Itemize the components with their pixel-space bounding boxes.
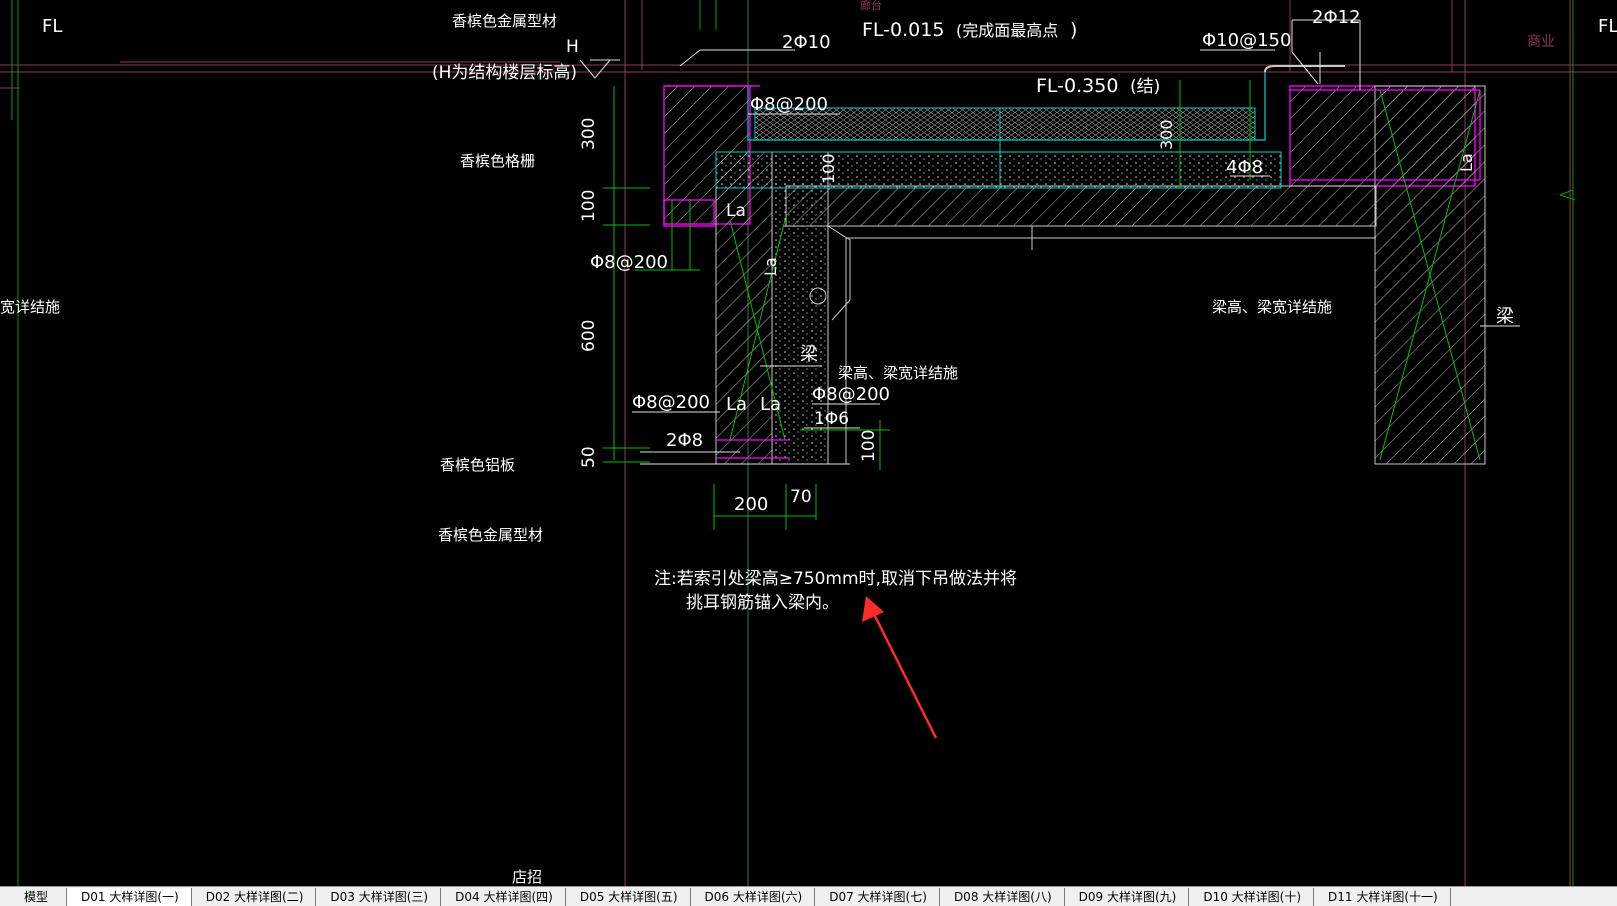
tab-model[interactable]: 模型 [0, 888, 68, 906]
rebar-phi8-200-lower: Φ8@200 [632, 392, 710, 413]
la-label-4: La [761, 257, 780, 276]
note-line-1: 注:若索引处梁高≥750mm时,取消下吊做法并将 [654, 569, 1017, 589]
rebar-phi8-200-left: Φ8@200 [590, 252, 668, 273]
dim-200: 200 [734, 494, 768, 515]
rebar-1phi6: 1Φ6 [814, 409, 849, 429]
tab-d05[interactable]: D05 大样详图(五) [565, 888, 691, 906]
beam-note-left: 梁高、梁宽详结施 [838, 364, 958, 382]
beam-label-left: 梁 [800, 344, 818, 365]
label-left-edge: 宽详结施 [0, 298, 60, 316]
dim-50: 50 [579, 446, 599, 468]
rebar-phi8-200-mid: Φ8@200 [812, 384, 890, 405]
la-label-3: La [760, 394, 781, 415]
beam-note-right: 梁高、梁宽详结施 [1212, 298, 1332, 316]
dim-300-right: 300 [1157, 119, 1176, 150]
label-bottom: 店招 [512, 868, 542, 886]
label-metal-profile-top: 香槟色金属型材 [452, 12, 557, 30]
upper-slab [663, 85, 1486, 465]
elevation-finish-note: (完成面最高点 [956, 21, 1058, 40]
tab-d08[interactable]: D08 大样详图(八) [939, 888, 1065, 906]
dim-70: 70 [790, 487, 812, 507]
fl-label-right: FL [1598, 16, 1617, 37]
dim-100-bottom: 100 [859, 430, 879, 462]
tab-d06[interactable]: D06 大样详图(六) [690, 888, 816, 906]
elevation-struct-note: (结) [1130, 77, 1160, 97]
tab-d07[interactable]: D07 大样详图(七) [815, 888, 940, 906]
cad-drawing: FL FL 廊台 商业 香槟色金属型材 (H为结构楼层标高) H 香槟色格栅 宽… [0, 0, 1617, 886]
note-line-2: 挑耳钢筋锚入梁内。 [686, 593, 839, 613]
tab-d01[interactable]: D01 大样详图(一) [67, 888, 192, 906]
dim-100-slab: 100 [819, 153, 838, 184]
label-grille: 香槟色格栅 [460, 152, 535, 170]
label-h-note: (H为结构楼层标高) [432, 63, 577, 83]
elevation-finish-close: ) [1070, 19, 1077, 41]
tab-d11[interactable]: D11 大样详图(十一) [1314, 888, 1451, 906]
dim-300-left: 300 [579, 118, 599, 150]
la-label-5: La [1457, 153, 1476, 172]
tab-d10[interactable]: D10 大样详图(十) [1189, 888, 1315, 906]
label-h: H [566, 37, 579, 57]
label-aluminum-panel: 香槟色铝板 [440, 456, 515, 474]
fl-label-left: FL [42, 16, 62, 37]
elevation-struct: FL-0.350 [1036, 75, 1118, 97]
rebar-4phi8: 4Φ8 [1226, 157, 1263, 178]
rebar-phi10-150: Φ10@150 [1202, 30, 1291, 51]
tab-d02[interactable]: D02 大样详图(二) [191, 888, 317, 906]
cad-drawing-canvas[interactable]: FL FL 廊台 商业 香槟色金属型材 (H为结构楼层标高) H 香槟色格栅 宽… [0, 0, 1617, 886]
dim-600: 600 [579, 320, 599, 352]
tab-d03[interactable]: D03 大样详图(三) [316, 888, 442, 906]
elevation-finish: FL-0.015 [862, 19, 944, 41]
partial-label-right: 商业 [1527, 34, 1555, 50]
rebar-2phi12: 2Φ12 [1312, 7, 1361, 28]
tab-d09[interactable]: D09 大样详图(九) [1064, 888, 1190, 906]
red-arrow-annotation [862, 596, 938, 739]
layout-tab-bar: 模型 D01 大样详图(一) D02 大样详图(二) D03 大样详图(三) D… [0, 886, 1617, 906]
partial-label-top: 廊台 [860, 0, 882, 12]
la-label-1: La [726, 201, 746, 221]
rebar-2phi8: 2Φ8 [666, 430, 703, 451]
beam-label-right: 梁 [1496, 306, 1514, 327]
dim-100-left: 100 [579, 190, 599, 222]
rebar-phi8-200-top: Φ8@200 [750, 94, 828, 115]
la-label-2: La [726, 394, 747, 415]
label-metal-profile-bottom: 香槟色金属型材 [438, 526, 543, 544]
rebar-2phi10: 2Φ10 [782, 32, 831, 53]
tab-d04[interactable]: D04 大样详图(四) [441, 888, 566, 906]
